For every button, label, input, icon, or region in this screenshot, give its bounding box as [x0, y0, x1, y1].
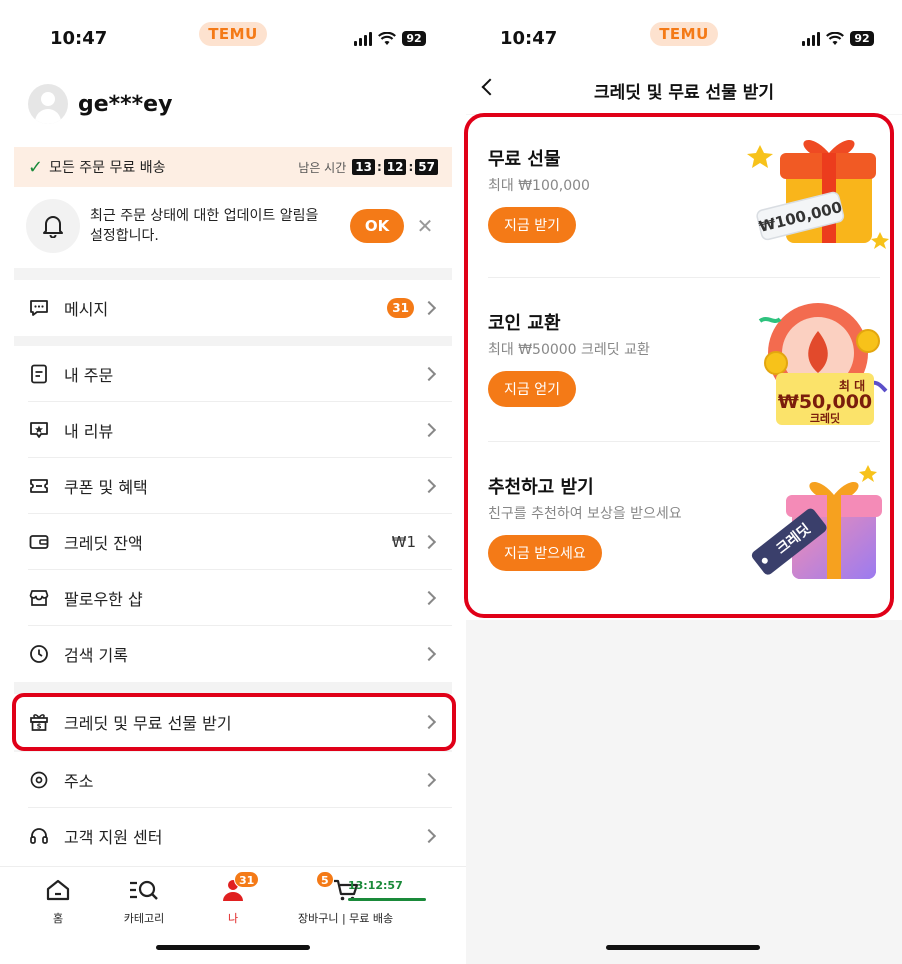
notification-text: 최근 주문 상태에 대한 업데이트 알림을 설정합니다.: [90, 208, 319, 244]
menu-item-search-history[interactable]: 검색 기록: [14, 626, 452, 682]
chevron-right-icon: [421, 478, 437, 494]
free-shipping-timer-text: 13:12:57: [348, 879, 403, 892]
me-badge: 31: [234, 871, 260, 888]
chevron-right-icon: [421, 422, 437, 438]
home-indicator: [156, 945, 310, 950]
orders-icon: [28, 363, 50, 385]
tab-me[interactable]: 31 나: [193, 871, 273, 926]
message-icon: [28, 297, 50, 319]
status-icons: 92: [354, 31, 426, 46]
free-shipping-timer: 13:12:57: [348, 879, 426, 901]
notification-prompt: 최근 주문 상태에 대한 업데이트 알림을 설정합니다. OK ✕: [26, 196, 446, 256]
wallet-icon: [28, 531, 50, 553]
timer-seconds: 57: [415, 159, 438, 175]
menu-label-credit-balance: 크레딧 잔액: [64, 534, 143, 553]
location-icon: [28, 769, 50, 791]
message-count-badge: 31: [387, 298, 414, 318]
top-nav-bar: 크레딧 및 무료 선물 받기: [466, 64, 902, 114]
close-icon[interactable]: ✕: [414, 214, 436, 238]
status-icons: 92: [802, 31, 874, 46]
headset-icon: [28, 825, 50, 847]
tab-categories[interactable]: 카테고리: [104, 877, 184, 926]
tab-label-cart: 장바구니 | 무료 배송: [298, 912, 394, 925]
tab-label-me: 나: [227, 912, 239, 925]
menu-label-coupons: 쿠폰 및 혜택: [64, 478, 148, 497]
review-icon: [28, 419, 50, 441]
home-indicator: [606, 945, 760, 950]
status-time: 10:47: [50, 28, 108, 49]
battery-icon: 92: [850, 31, 874, 46]
status-bar: 10:47 TEMU 92: [0, 0, 466, 64]
ok-button[interactable]: OK: [350, 209, 404, 243]
divider: [14, 336, 452, 346]
wifi-icon: [378, 31, 396, 45]
timer-hours: 13: [352, 159, 375, 175]
bell-icon: [26, 199, 80, 253]
temu-logo: TEMU: [650, 22, 718, 46]
tab-label-home: 홈: [52, 912, 64, 925]
menu-item-followed-shops[interactable]: 팔로우한 샵: [14, 570, 452, 626]
battery-icon: 92: [402, 31, 426, 46]
menu-item-reviews[interactable]: 내 리뷰: [14, 402, 452, 458]
menu-item-credit-balance[interactable]: 크레딧 잔액 ₩1: [14, 514, 452, 570]
highlight-box-rewards-cards: [464, 113, 894, 618]
menu-label-customer-support: 고객 지원 센터: [64, 828, 163, 847]
menu-item-orders[interactable]: 내 주문: [14, 346, 452, 402]
chevron-right-icon: [421, 366, 437, 382]
wifi-icon: [826, 31, 844, 45]
free-shipping-text: 모든 주문 무료 배송: [49, 160, 166, 176]
username: ge***ey: [78, 91, 173, 117]
chevron-right-icon: [421, 534, 437, 550]
person-icon: 31: [193, 871, 273, 903]
cart-badge: 5: [316, 871, 334, 888]
divider: [14, 268, 452, 280]
coupon-icon: [28, 475, 50, 497]
bottom-tab-bar: 홈 카테고리 31 나 5 장바구니 | 무료 배송 13:12:57: [0, 866, 466, 936]
menu-label-followed-shops: 팔로우한 샵: [64, 590, 143, 609]
check-icon: ✓: [28, 156, 44, 178]
credit-balance-value: ₩1: [391, 533, 416, 551]
status-time: 10:47: [500, 28, 558, 49]
chevron-right-icon: [421, 300, 437, 316]
chevron-right-icon: [421, 828, 437, 844]
signal-icon: [354, 31, 372, 46]
profile-header[interactable]: ge***ey: [28, 84, 172, 124]
timer-minutes: 12: [383, 159, 407, 175]
menu-item-coupons[interactable]: 쿠폰 및 혜택: [14, 458, 452, 514]
free-shipping-progress: [348, 898, 426, 901]
chevron-right-icon: [421, 646, 437, 662]
menu-item-messages[interactable]: 메시지 31: [14, 280, 452, 336]
avatar[interactable]: [28, 84, 68, 124]
free-shipping-banner[interactable]: ✓ 모든 주문 무료 배송 남은 시간 13:12:57: [14, 147, 452, 187]
tab-label-categories: 카테고리: [123, 912, 165, 925]
menu-item-address[interactable]: 주소: [14, 752, 452, 808]
menu-label-reviews: 내 리뷰: [64, 422, 114, 441]
page-title: 크레딧 및 무료 선물 받기: [593, 83, 775, 103]
temu-logo: TEMU: [199, 22, 267, 46]
tab-home[interactable]: 홈: [18, 877, 98, 926]
remaining-time-label: 남은 시간: [298, 160, 347, 175]
category-search-icon: [104, 877, 184, 903]
chevron-right-icon: [421, 772, 437, 788]
shop-icon: [28, 587, 50, 609]
menu-item-customer-support[interactable]: 고객 지원 센터: [14, 808, 452, 864]
chevron-right-icon: [421, 590, 437, 606]
status-bar: 10:47 TEMU 92: [466, 0, 902, 64]
account-screen: 10:47 TEMU 92 ge***ey ✓ 모든 주문 무료 배송 남은 시…: [0, 0, 466, 964]
highlight-box-credits-menu: [12, 693, 456, 751]
menu-label-address: 주소: [64, 772, 94, 791]
menu-label-search-history: 검색 기록: [64, 646, 128, 665]
clock-icon: [28, 643, 50, 665]
signal-icon: [802, 31, 820, 46]
home-icon: [18, 877, 98, 903]
menu-label-messages: 메시지: [64, 300, 109, 319]
menu-label-orders: 내 주문: [64, 366, 114, 385]
